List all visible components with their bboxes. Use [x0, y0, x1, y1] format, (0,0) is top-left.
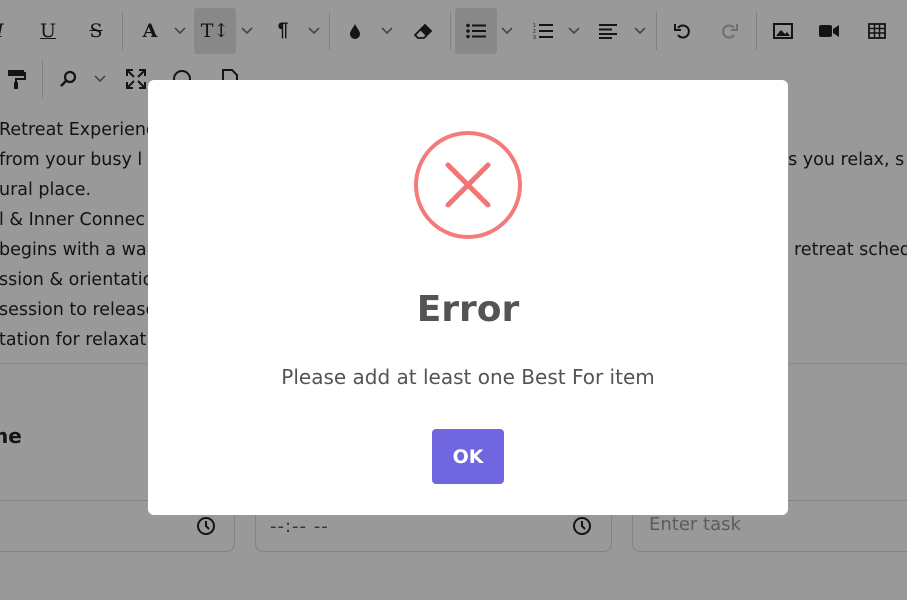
error-dialog: Error Please add at least one Best For i…	[148, 80, 788, 515]
dialog-title: Error	[416, 289, 520, 330]
error-icon	[413, 130, 523, 240]
dialog-message: Please add at least one Best For item	[281, 365, 655, 389]
ok-button[interactable]: OK	[432, 429, 504, 484]
